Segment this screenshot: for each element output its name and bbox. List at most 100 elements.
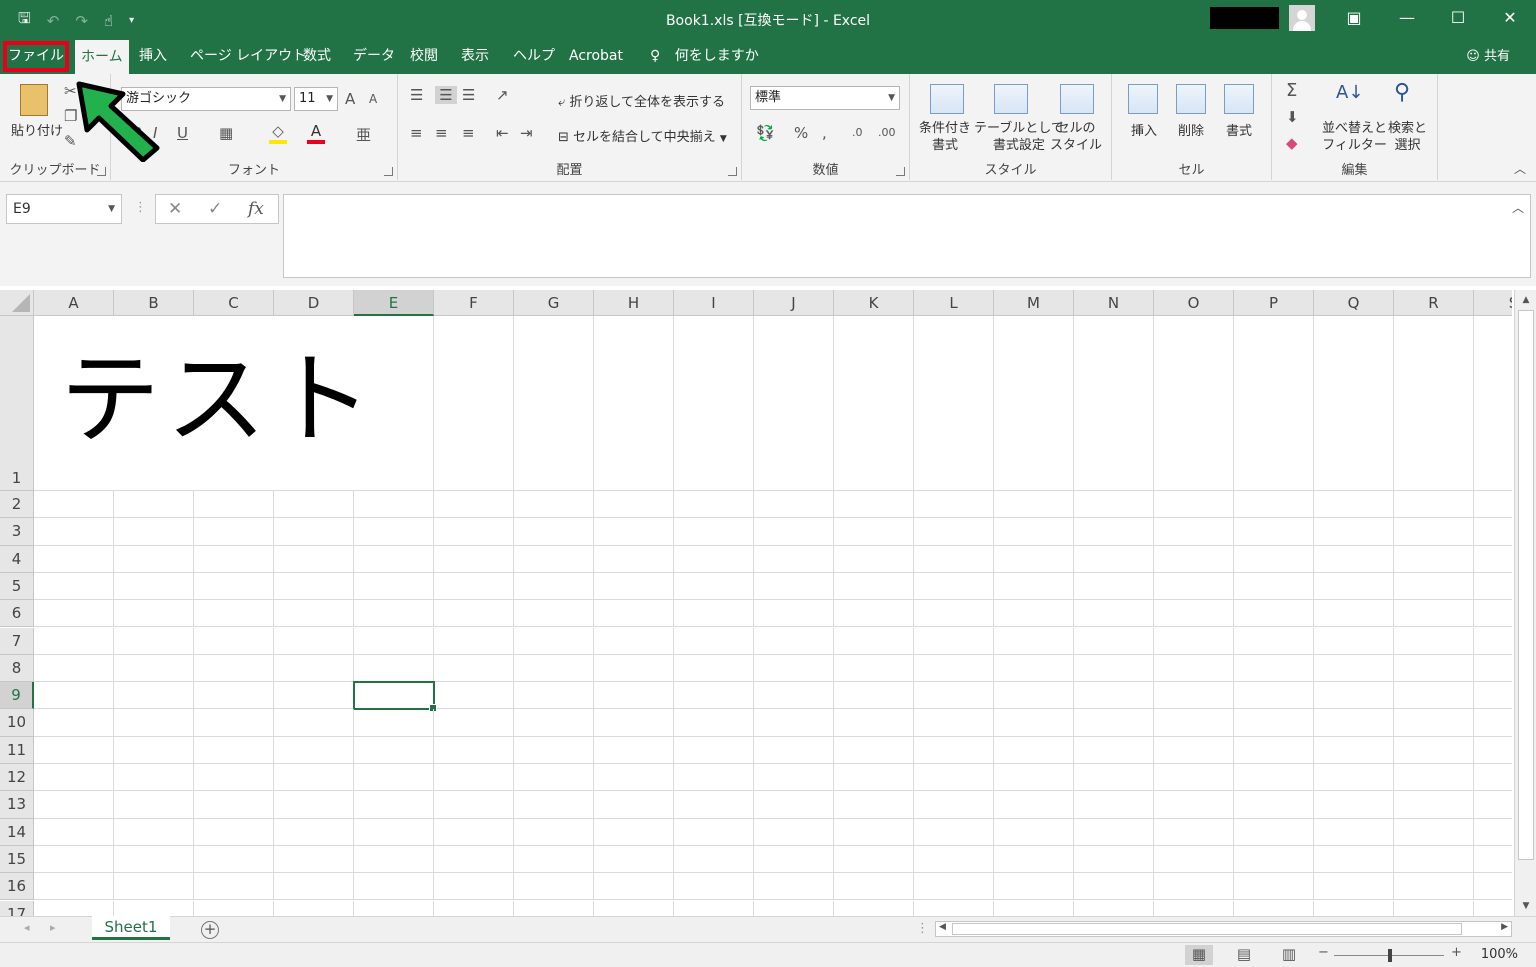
- cell-f6[interactable]: [434, 600, 514, 628]
- cell-r2[interactable]: [1394, 491, 1474, 519]
- cell-b14[interactable]: [114, 818, 194, 846]
- tab-home[interactable]: ホーム: [75, 40, 129, 74]
- expand-formula-bar-icon[interactable]: ︿: [1512, 199, 1524, 216]
- cell-m14[interactable]: [994, 818, 1074, 846]
- cell-a11[interactable]: [34, 736, 114, 764]
- cell-b7[interactable]: [114, 627, 194, 655]
- cell-p6[interactable]: [1234, 600, 1314, 628]
- name-box[interactable]: E9 ▼: [6, 194, 122, 224]
- cell-s2[interactable]: [1474, 491, 1512, 519]
- cell-r17[interactable]: [1394, 900, 1474, 916]
- cell-p1[interactable]: [1234, 316, 1314, 491]
- cell-o15[interactable]: [1154, 845, 1234, 874]
- row-header-4[interactable]: 4: [0, 545, 34, 573]
- cell-f14[interactable]: [434, 818, 514, 846]
- cell-a2[interactable]: [34, 491, 114, 519]
- column-header-f[interactable]: F: [434, 290, 514, 316]
- horizontal-scroll-thumb[interactable]: [952, 923, 1462, 935]
- row-header-8[interactable]: 8: [0, 654, 34, 683]
- cell-g4[interactable]: [514, 545, 594, 573]
- cell-h17[interactable]: [594, 900, 674, 916]
- cell-q12[interactable]: [1314, 764, 1394, 792]
- cell-n17[interactable]: [1074, 900, 1154, 916]
- cell-c8[interactable]: [194, 654, 274, 683]
- cell-i2[interactable]: [674, 491, 754, 519]
- cell-j13[interactable]: [754, 791, 834, 819]
- percent-icon[interactable]: %: [794, 124, 808, 142]
- cell-b6[interactable]: [114, 600, 194, 628]
- formula-input[interactable]: ︿: [283, 194, 1531, 278]
- cell-d2[interactable]: [274, 491, 354, 519]
- cell-k12[interactable]: [834, 764, 914, 792]
- cell-k14[interactable]: [834, 818, 914, 846]
- cell-m11[interactable]: [994, 736, 1074, 764]
- font-launcher-icon[interactable]: [384, 167, 393, 176]
- cell-q17[interactable]: [1314, 900, 1394, 916]
- cell-s1[interactable]: [1474, 316, 1512, 491]
- copy-icon[interactable]: ❐: [64, 107, 77, 125]
- cell-e4[interactable]: [354, 545, 434, 573]
- sort-filter-button[interactable]: 並べ替えと フィルター: [1322, 120, 1387, 154]
- align-center-icon[interactable]: ≡: [435, 124, 448, 142]
- cell-e12[interactable]: [354, 764, 434, 792]
- font-name-select[interactable]: 游ゴシック ▼: [121, 87, 291, 111]
- cell-h8[interactable]: [594, 654, 674, 683]
- ribbon-display-options-icon[interactable]: ▣: [1339, 6, 1369, 30]
- cell-k5[interactable]: [834, 572, 914, 601]
- cell-r12[interactable]: [1394, 764, 1474, 792]
- cell-f8[interactable]: [434, 654, 514, 683]
- column-header-h[interactable]: H: [594, 290, 674, 316]
- align-middle-icon[interactable]: ☰: [435, 86, 457, 104]
- cell-l13[interactable]: [914, 791, 994, 819]
- cell-g16[interactable]: [514, 873, 594, 901]
- cell-r9[interactable]: [1394, 682, 1474, 710]
- cell-c17[interactable]: [194, 900, 274, 916]
- cell-r10[interactable]: [1394, 709, 1474, 737]
- cell-g17[interactable]: [514, 900, 594, 916]
- cell-g12[interactable]: [514, 764, 594, 792]
- column-header-n[interactable]: N: [1074, 290, 1154, 316]
- zoom-slider-thumb[interactable]: [1388, 949, 1392, 962]
- cell-d6[interactable]: [274, 600, 354, 628]
- format-as-table-icon[interactable]: [994, 84, 1028, 114]
- cell-r5[interactable]: [1394, 572, 1474, 601]
- cell-r8[interactable]: [1394, 654, 1474, 683]
- cell-i7[interactable]: [674, 627, 754, 655]
- cell-q11[interactable]: [1314, 736, 1394, 764]
- tab-view[interactable]: 表示: [459, 38, 491, 74]
- cell-l15[interactable]: [914, 845, 994, 874]
- cell-o1[interactable]: [1154, 316, 1234, 491]
- cancel-icon[interactable]: ✕: [168, 199, 182, 219]
- fill-icon[interactable]: ⬇: [1286, 108, 1299, 126]
- column-header-g[interactable]: G: [514, 290, 594, 316]
- cell-styles-button[interactable]: セルの スタイル: [1050, 120, 1102, 154]
- cell-e11[interactable]: [354, 736, 434, 764]
- row-header-6[interactable]: 6: [0, 600, 34, 628]
- cell-n13[interactable]: [1074, 791, 1154, 819]
- clear-icon[interactable]: ◆: [1286, 134, 1298, 152]
- cell-s10[interactable]: [1474, 709, 1512, 737]
- column-header-a[interactable]: A: [34, 290, 114, 316]
- cell-b4[interactable]: [114, 545, 194, 573]
- cell-k7[interactable]: [834, 627, 914, 655]
- cell-p12[interactable]: [1234, 764, 1314, 792]
- cell-j16[interactable]: [754, 873, 834, 901]
- cell-m5[interactable]: [994, 572, 1074, 601]
- cell-n9[interactable]: [1074, 682, 1154, 710]
- cell-l2[interactable]: [914, 491, 994, 519]
- cell-d10[interactable]: [274, 709, 354, 737]
- column-header-o[interactable]: O: [1154, 290, 1234, 316]
- cell-j4[interactable]: [754, 545, 834, 573]
- cell-i14[interactable]: [674, 818, 754, 846]
- cell-r4[interactable]: [1394, 545, 1474, 573]
- row-header-12[interactable]: 12: [0, 764, 34, 792]
- column-header-p[interactable]: P: [1234, 290, 1314, 316]
- cell-c4[interactable]: [194, 545, 274, 573]
- cell-n7[interactable]: [1074, 627, 1154, 655]
- cell-o16[interactable]: [1154, 873, 1234, 901]
- cell-q14[interactable]: [1314, 818, 1394, 846]
- format-cells-button[interactable]: 書式: [1226, 120, 1252, 139]
- cell-s16[interactable]: [1474, 873, 1512, 901]
- clipboard-launcher-icon[interactable]: [97, 167, 106, 176]
- row-header-14[interactable]: 14: [0, 818, 34, 846]
